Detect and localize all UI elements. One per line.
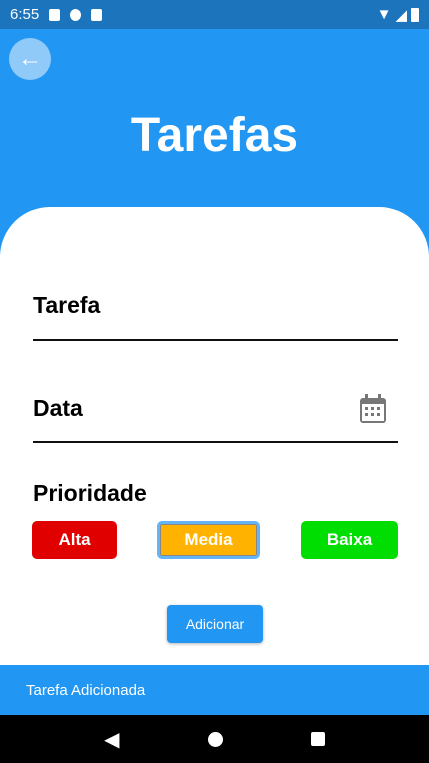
battery-icon bbox=[411, 7, 419, 22]
back-button[interactable]: ← bbox=[9, 38, 51, 80]
add-button[interactable]: Adicionar bbox=[167, 605, 263, 643]
nav-back-icon[interactable]: ◀ bbox=[104, 727, 119, 752]
task-input-underline[interactable] bbox=[33, 339, 398, 341]
priority-label: Prioridade bbox=[33, 480, 147, 506]
arrow-left-icon: ← bbox=[18, 45, 42, 72]
notification-app-icon bbox=[70, 8, 82, 21]
navigation-bar: ◀ bbox=[0, 715, 429, 763]
priority-media-button[interactable]: Media bbox=[157, 521, 260, 559]
page-title: Tarefas bbox=[130, 109, 299, 162]
priority-baixa-button[interactable]: Baixa bbox=[301, 521, 398, 559]
form-card bbox=[0, 207, 429, 667]
signal-icon: ◢ bbox=[395, 6, 407, 24]
status-time: 6:55 bbox=[10, 6, 40, 23]
date-field-label[interactable]: Data bbox=[33, 395, 83, 422]
wifi-icon: ▼ bbox=[376, 6, 392, 23]
status-bar: 6:55 ▼ ◢ bbox=[0, 0, 429, 29]
nav-home-icon[interactable] bbox=[207, 731, 223, 747]
calendar-icon[interactable] bbox=[359, 394, 387, 424]
task-field-label[interactable]: Tarefa bbox=[33, 292, 100, 319]
priority-alta-button[interactable]: Alta bbox=[32, 521, 117, 559]
nav-recents-icon[interactable] bbox=[310, 732, 325, 746]
snackbar: Tarefa Adicionada bbox=[0, 665, 429, 715]
date-input-underline[interactable] bbox=[33, 441, 398, 443]
notification-a-icon bbox=[49, 8, 61, 21]
sd-card-icon bbox=[91, 8, 103, 21]
